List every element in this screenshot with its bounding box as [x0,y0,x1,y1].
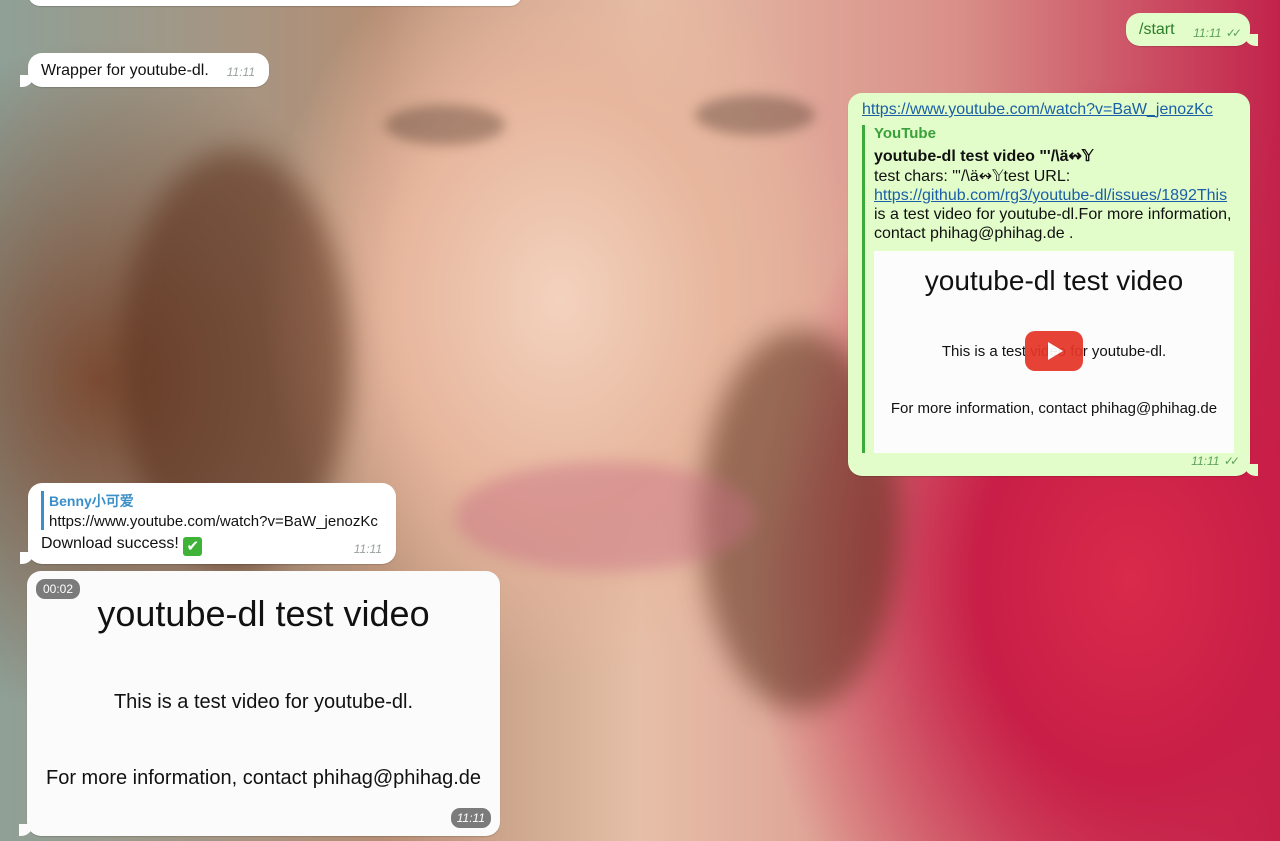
video-frame-line2: For more information, contact phihag@phi… [46,767,481,789]
background-photo-lips [455,462,755,572]
bubble-tail [1244,34,1258,46]
message-text: Wrapper for youtube-dl. [41,62,209,79]
message-url-link[interactable]: https://www.youtube.com/watch?v=BaW_jeno… [862,101,1236,119]
preview-desc-suffix: is a test video for youtube-dl.For more … [874,206,1232,242]
read-checkmarks-icon: ✓✓ [1225,26,1242,40]
bubble-tail [20,75,34,87]
message-time: 11:11 [1191,454,1220,468]
bubble-tail [19,824,33,836]
message-text: /start [1139,21,1175,38]
preview-source: YouTube [874,125,936,142]
message-outgoing-link[interactable]: https://www.youtube.com/watch?v=BaW_jeno… [848,93,1258,476]
background-photo [385,105,505,145]
preview-description: test chars: "'/\ä↭𝕐test URL: https://git… [874,167,1236,243]
reply-quote[interactable]: Benny小可爱 https://www.youtube.com/watch?v… [41,491,383,530]
message-time: 11:11 [353,542,382,556]
video-frame-line1: This is a test video for youtube-dl. [113,691,414,713]
message-text: Download success! [41,535,179,552]
video-frame-title: youtube-dl test video [97,593,430,634]
message-time: 11:11 [1193,26,1222,40]
thumbnail-title: youtube-dl test video [924,265,1184,296]
preview-desc-link[interactable]: https://github.com/rg3/youtube-dl/issues… [874,187,1227,204]
thumbnail-line2: For more information, contact phihag@phi… [890,400,1218,417]
play-button-icon[interactable] [1025,331,1083,371]
reply-sender-name: Benny小可爱 [49,493,134,509]
link-preview[interactable]: YouTube youtube-dl test video "'/\ä↭𝕐 te… [862,125,1236,453]
preview-title: youtube-dl test video "'/\ä↭𝕐 [874,148,1094,165]
message-bubble-partial [28,0,522,6]
message-meta: 11:11 ✓✓ [1191,452,1240,470]
read-checkmarks-icon: ✓✓ [1223,454,1240,468]
message-time: 11:11 [450,808,491,828]
message-time: 11:11 [226,65,255,79]
reply-quoted-text: https://www.youtube.com/watch?v=BaW_jeno… [49,513,378,530]
background-photo-detail [695,95,815,135]
message-incoming-wrapper[interactable]: Wrapper for youtube-dl. 11:11 [20,53,269,87]
message-incoming-reply[interactable]: Benny小可爱 https://www.youtube.com/watch?v… [20,483,396,564]
message-meta: 11:11 ✓✓ [1193,24,1242,42]
check-mark-icon: ✔ [183,537,203,556]
bubble-tail [20,552,34,564]
preview-desc-prefix: test chars: "'/\ä↭𝕐test URL: [874,168,1071,185]
message-outgoing-start[interactable]: /start 11:11 ✓✓ [1126,13,1258,46]
message-incoming-video[interactable]: 00:02 youtube-dl test video This is a te… [19,571,500,836]
bubble-tail [1244,464,1258,476]
preview-thumbnail[interactable]: youtube-dl test video This is a test vid… [874,251,1234,453]
